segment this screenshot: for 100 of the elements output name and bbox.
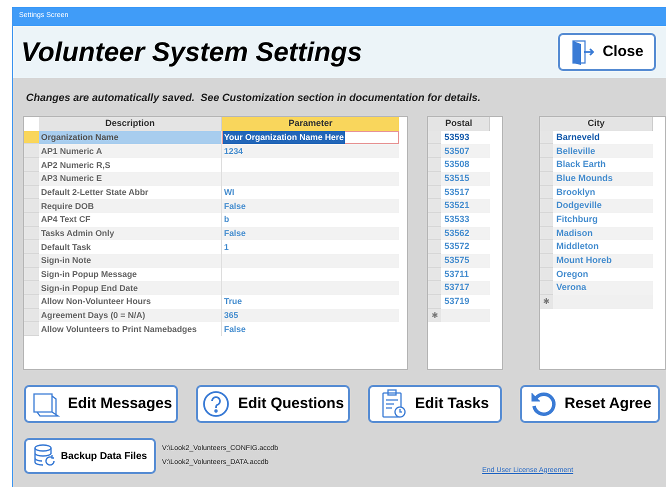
table-cell[interactable]: 53508: [441, 158, 490, 172]
table-cell[interactable]: False: [224, 227, 246, 240]
table-row[interactable]: 53711: [428, 268, 490, 282]
row-selector[interactable]: [24, 186, 39, 200]
row-selector[interactable]: [24, 130, 39, 144]
table-cell[interactable]: 53572: [441, 240, 490, 254]
row-selector[interactable]: [540, 226, 554, 240]
row-selector[interactable]: [24, 254, 39, 268]
row-selector[interactable]: [540, 186, 554, 200]
table-cell[interactable]: 53517: [441, 186, 490, 200]
undo-icon: [528, 390, 556, 418]
row-selector[interactable]: [540, 212, 554, 227]
table-cell[interactable]: False: [224, 322, 246, 336]
row-selector[interactable]: [540, 130, 554, 144]
new-row[interactable]: ✱: [540, 295, 653, 309]
backup-button[interactable]: Backup Data Files: [24, 438, 156, 474]
table-row[interactable]: 53521: [428, 199, 490, 213]
table-row[interactable]: Default 2-Letter State Abbr WI: [24, 186, 399, 200]
table-cell[interactable]: 1234: [224, 144, 243, 158]
column-header[interactable]: Description: [39, 116, 222, 131]
table-row[interactable]: 53593: [428, 130, 490, 144]
row-selector[interactable]: [540, 144, 554, 158]
row-selector[interactable]: [24, 308, 39, 322]
table-row[interactable]: AP1 Numeric A 1234: [24, 144, 399, 158]
row-selector[interactable]: [540, 199, 554, 213]
table-cell[interactable]: 53593: [441, 130, 490, 144]
table-row[interactable]: 53515: [428, 172, 490, 186]
row-selector[interactable]: [428, 240, 442, 254]
table-cell[interactable]: 53711: [441, 268, 490, 282]
row-selector[interactable]: [428, 254, 442, 268]
table-cell[interactable]: b: [224, 213, 230, 226]
new-row[interactable]: ✱: [428, 308, 490, 322]
table-cell[interactable]: 53515: [441, 172, 490, 186]
table-cell[interactable]: 53719: [441, 295, 490, 309]
row-selector[interactable]: [540, 158, 554, 172]
table-row[interactable]: Organization Name Your Organization Name Here: [24, 130, 399, 144]
column-header[interactable]: Postal: [428, 116, 490, 131]
notice-text: Changes are automatically saved. See Customization section in documentation for details.: [26, 91, 482, 106]
table-row[interactable]: 53517: [428, 186, 490, 200]
table-cell[interactable]: 53533: [441, 212, 490, 227]
row-selector[interactable]: [428, 130, 442, 144]
column-header[interactable]: Parameter: [222, 116, 399, 131]
action-button[interactable]: Edit Questions: [196, 384, 350, 423]
row-selector[interactable]: [540, 254, 554, 268]
page-title: Volunteer System Settings: [21, 36, 362, 69]
row-selector[interactable]: [24, 158, 39, 172]
table-cell[interactable]: 1: [224, 240, 229, 254]
row-selector[interactable]: [24, 199, 39, 213]
row-selector[interactable]: [428, 281, 442, 295]
row-selector[interactable]: [428, 226, 442, 240]
table-cell[interactable]: 53562: [441, 226, 490, 240]
row-selector[interactable]: [24, 172, 39, 186]
action-button[interactable]: Edit Messages: [24, 384, 178, 423]
row-selector[interactable]: [428, 295, 442, 309]
row-selector[interactable]: [24, 226, 39, 240]
table-row[interactable]: Require DOB False: [24, 199, 399, 213]
row-selector[interactable]: [24, 144, 39, 158]
table-row[interactable]: Sign-in Note: [24, 254, 399, 268]
table-row[interactable]: 53717: [428, 281, 490, 295]
table-row[interactable]: Agreement Days (0 = N/A) 365: [24, 308, 399, 322]
table-row[interactable]: AP3 Numeric E: [24, 172, 399, 186]
new-row-marker: ✱: [540, 295, 554, 309]
row-selector[interactable]: [428, 212, 442, 227]
new-row-marker: ✱: [428, 308, 442, 322]
row-selector[interactable]: [24, 240, 39, 254]
row-selector[interactable]: [428, 199, 442, 213]
column-header[interactable]: City: [540, 116, 653, 131]
table-cell[interactable]: 53717: [441, 281, 490, 295]
table-row[interactable]: Sign-in Popup End Date: [24, 281, 399, 295]
row-selector[interactable]: [428, 186, 442, 200]
row-selector[interactable]: [540, 240, 554, 254]
row-selector[interactable]: [24, 281, 39, 295]
text-field[interactable]: Your Organization Name Here: [222, 130, 399, 144]
row-selector[interactable]: [428, 268, 442, 282]
selected-text: Your Organization Name Here: [223, 131, 345, 144]
row-selector[interactable]: [428, 172, 442, 186]
table-row[interactable]: Tasks Admin Only False: [24, 226, 399, 240]
table-cell[interactable]: 365: [224, 309, 238, 322]
row-selector[interactable]: [24, 268, 39, 282]
table-cell[interactable]: WI: [224, 186, 234, 199]
table-cell[interactable]: 53507: [441, 144, 490, 158]
table-cell[interactable]: False: [224, 200, 246, 212]
row-selector[interactable]: [540, 172, 554, 186]
table-cell[interactable]: True: [224, 295, 242, 308]
row-selector[interactable]: [428, 158, 442, 172]
row-selector[interactable]: [24, 212, 39, 227]
row-selector[interactable]: [24, 295, 39, 309]
table-row[interactable]: Sign-in Popup Message: [24, 268, 399, 282]
table-cell[interactable]: 53575: [441, 254, 490, 268]
action-button[interactable]: Reset Agree: [520, 384, 660, 423]
action-button[interactable]: Edit Tasks: [368, 384, 502, 423]
row-selector[interactable]: [540, 281, 554, 295]
table-row[interactable]: 53507: [428, 144, 490, 158]
row-selector[interactable]: [24, 322, 39, 336]
table-cell[interactable]: 53521: [441, 199, 490, 213]
close-button[interactable]: Close: [558, 33, 656, 71]
table-row[interactable]: 53575: [428, 254, 490, 268]
table-row[interactable]: 53562: [428, 226, 490, 240]
row-selector[interactable]: [428, 144, 442, 158]
row-selector[interactable]: [540, 268, 554, 282]
